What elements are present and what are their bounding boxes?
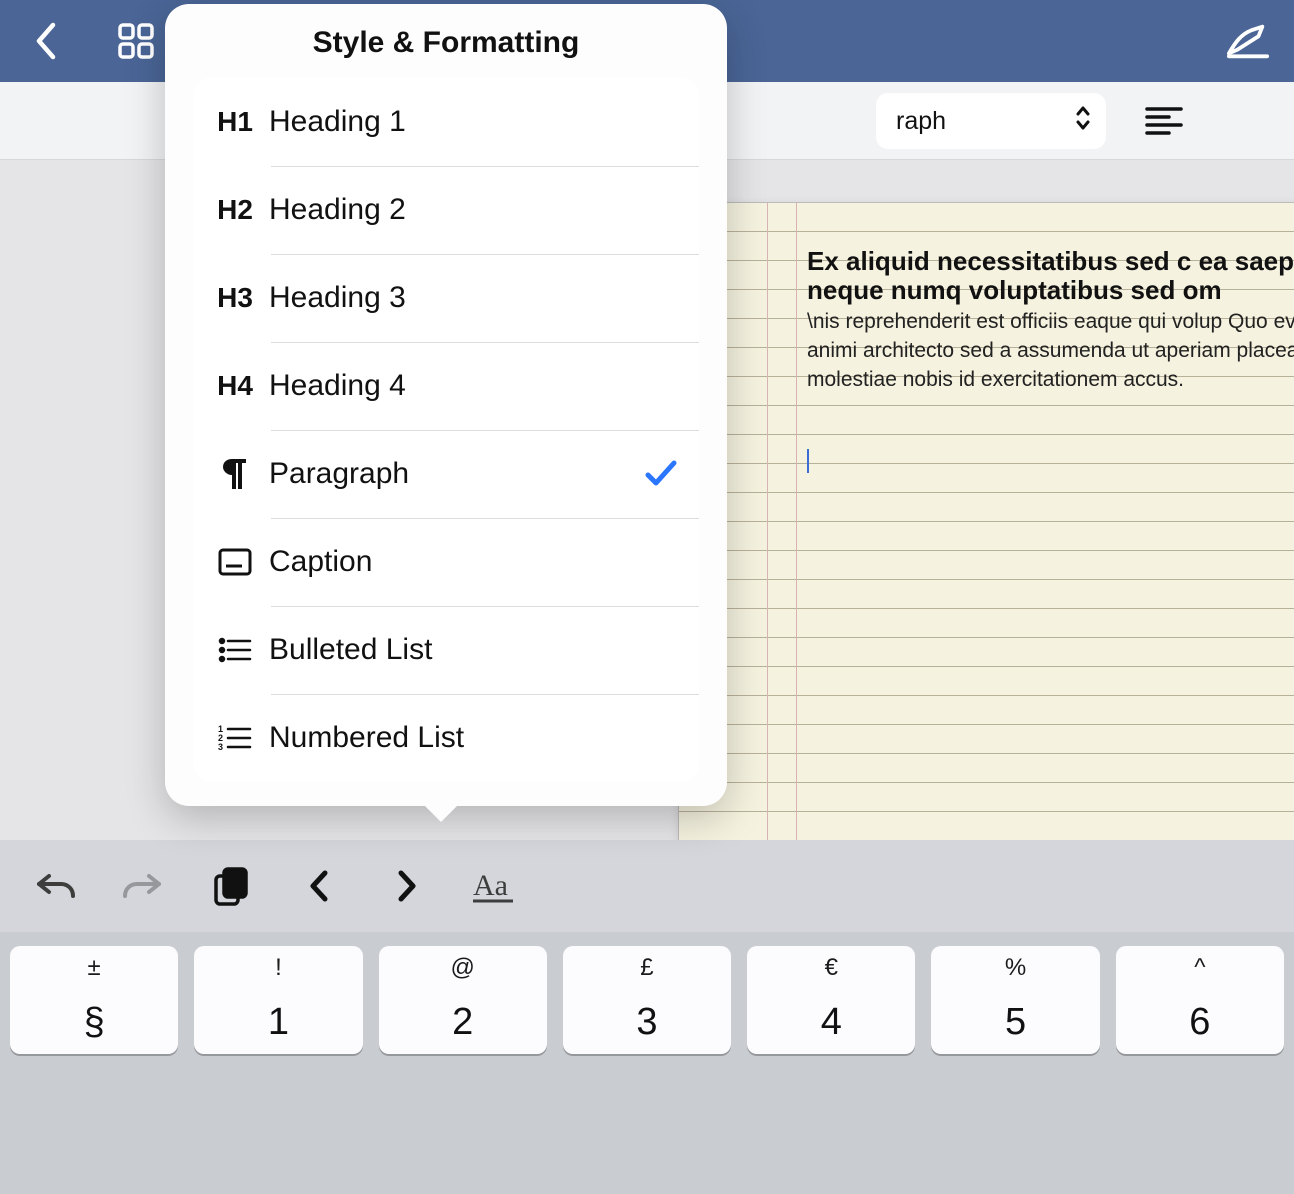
align-left-icon (1145, 106, 1183, 136)
key-5[interactable]: % 5 (931, 946, 1099, 1054)
style-item-heading-3[interactable]: H3 Heading 3 (193, 254, 699, 342)
key-main: 1 (268, 1001, 289, 1044)
style-item-label: Heading 3 (269, 281, 681, 315)
grid-icon (116, 21, 156, 61)
page-margin-guide (767, 203, 797, 841)
key-section[interactable]: ± § (10, 946, 178, 1054)
style-item-label: Paragraph (269, 457, 641, 491)
style-item-label: Bulleted List (269, 633, 681, 667)
key-main: 5 (1005, 1001, 1026, 1044)
bulleted-list-icon (201, 636, 269, 664)
pilcrow-icon (201, 457, 269, 491)
key-main: 2 (452, 1001, 473, 1044)
text-format-icon: Aa (473, 867, 517, 905)
key-upper: € (825, 954, 838, 982)
numbered-list-icon: 123 (201, 724, 269, 752)
clipboard-button[interactable] (204, 859, 258, 913)
scribble-icon (1226, 22, 1270, 60)
redo-icon (123, 868, 163, 904)
document-content[interactable]: Ex aliquid necessitatibus sed c ea saepe… (807, 247, 1294, 394)
chevron-right-icon (396, 869, 418, 903)
style-formatting-popover: Style & Formatting H1 Heading 1 H2 Headi… (165, 4, 727, 806)
svg-text:3: 3 (218, 742, 223, 752)
chevron-updown-icon (1074, 105, 1092, 138)
clipboard-icon (211, 866, 251, 906)
key-upper: ^ (1194, 954, 1205, 982)
style-item-label: Heading 4 (269, 369, 681, 403)
svg-text:Aa: Aa (473, 869, 508, 902)
key-1[interactable]: ! 1 (194, 946, 362, 1054)
key-upper: % (1005, 954, 1026, 982)
key-main: 4 (821, 1001, 842, 1044)
chevron-left-icon (33, 21, 59, 61)
style-item-label: Heading 2 (269, 193, 681, 227)
h1-icon: H1 (201, 106, 269, 138)
style-item-caption[interactable]: Caption (193, 518, 699, 606)
key-2[interactable]: @ 2 (379, 946, 547, 1054)
style-item-label: Caption (269, 545, 681, 579)
h3-icon: H3 (201, 282, 269, 314)
style-item-numbered-list[interactable]: 123 Numbered List (193, 694, 699, 782)
paragraph-style-value: raph (896, 107, 946, 136)
paragraph-style-dropdown[interactable]: raph (876, 93, 1106, 149)
back-button[interactable] (24, 19, 68, 63)
popover-title: Style & Formatting (165, 4, 727, 78)
key-main: 6 (1189, 1001, 1210, 1044)
style-item-heading-2[interactable]: H2 Heading 2 (193, 166, 699, 254)
navbar-left-group (24, 19, 158, 63)
documents-grid-button[interactable] (114, 19, 158, 63)
key-upper: ± (88, 954, 101, 982)
chevron-left-icon (308, 869, 330, 903)
key-main: § (84, 1001, 105, 1044)
align-left-button[interactable] (1136, 93, 1192, 149)
style-list: H1 Heading 1 H2 Heading 2 H3 Heading 3 H… (193, 78, 699, 782)
key-upper: @ (451, 954, 475, 982)
style-item-paragraph[interactable]: Paragraph (193, 430, 699, 518)
style-item-label: Heading 1 (269, 105, 681, 139)
text-format-button[interactable]: Aa (468, 859, 522, 913)
undo-icon (35, 868, 75, 904)
prev-button[interactable] (292, 859, 346, 913)
key-main: 3 (636, 1001, 657, 1044)
style-item-heading-1[interactable]: H1 Heading 1 (193, 78, 699, 166)
style-item-heading-4[interactable]: H4 Heading 4 (193, 342, 699, 430)
caption-icon (201, 548, 269, 576)
key-upper: ! (275, 954, 282, 982)
keyboard: ± § ! 1 @ 2 £ 3 € 4 % 5 ^ 6 (0, 932, 1294, 1194)
h2-icon: H2 (201, 194, 269, 226)
document-heading[interactable]: Ex aliquid necessitatibus sed c ea saepe… (807, 247, 1294, 305)
checkmark-icon (641, 454, 681, 494)
scribble-button[interactable] (1226, 19, 1270, 63)
document-body[interactable]: \nis reprehenderit est officiis eaque qu… (807, 307, 1294, 394)
style-item-bulleted-list[interactable]: Bulleted List (193, 606, 699, 694)
undo-button[interactable] (28, 859, 82, 913)
h4-icon: H4 (201, 370, 269, 402)
key-3[interactable]: £ 3 (563, 946, 731, 1054)
key-4[interactable]: € 4 (747, 946, 915, 1054)
text-cursor (807, 449, 809, 473)
key-upper: £ (640, 954, 653, 982)
redo-button[interactable] (116, 859, 170, 913)
key-6[interactable]: ^ 6 (1116, 946, 1284, 1054)
keyboard-toolbar: Aa (0, 840, 1294, 932)
next-button[interactable] (380, 859, 434, 913)
style-item-label: Numbered List (269, 721, 681, 755)
document-page[interactable]: Ex aliquid necessitatibus sed c ea saepe… (678, 202, 1294, 841)
